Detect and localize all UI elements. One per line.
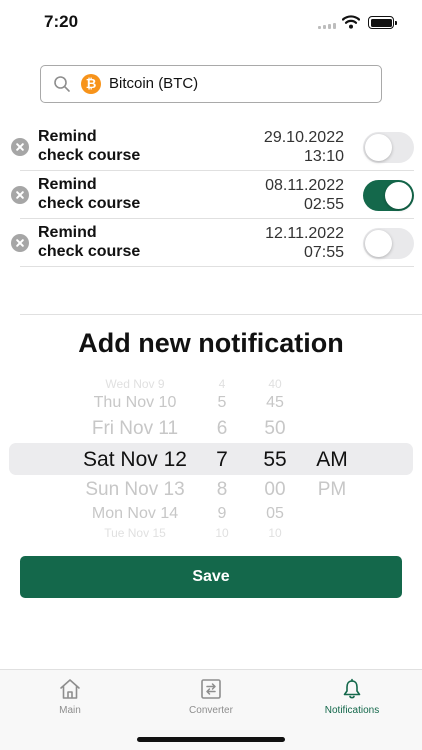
reminder-time: 13:10: [303, 148, 344, 165]
picker-option[interactable]: 8: [200, 480, 244, 499]
reminder-time: 07:55: [303, 244, 344, 261]
picker-option[interactable]: 10: [251, 527, 299, 538]
delete-icon[interactable]: [11, 234, 29, 252]
home-icon: [60, 679, 80, 699]
reminder-time: 02:55: [303, 196, 344, 213]
converter-icon: [201, 679, 221, 699]
reminder-row: Remind check course 12.11.2022 07:55: [0, 219, 422, 267]
picker-period-wheel[interactable]: AM PM: [308, 378, 356, 538]
tab-notifications[interactable]: Notifications: [282, 670, 422, 720]
picker-option[interactable]: 5: [200, 395, 244, 411]
picker-option[interactable]: PM: [308, 480, 356, 499]
picker-option[interactable]: AM: [308, 449, 356, 470]
cellular-signal-icon: [318, 21, 338, 29]
picker-option[interactable]: 05: [251, 506, 299, 522]
section-divider: [20, 314, 422, 315]
picker-option[interactable]: 10: [200, 527, 244, 538]
picker-option[interactable]: 7: [200, 449, 244, 470]
bell-icon: [343, 678, 361, 699]
status-bar: 7:20: [0, 0, 422, 46]
reminder-title: Remind: [38, 128, 97, 145]
reminder-toggle[interactable]: [363, 132, 414, 163]
home-indicator[interactable]: [137, 737, 285, 742]
picker-minute-wheel[interactable]: 40 45 50 55 00 05 10: [251, 378, 299, 538]
reminder-subtitle: check course: [38, 195, 141, 212]
picker-option[interactable]: 9: [200, 506, 244, 522]
tab-main[interactable]: Main: [0, 670, 140, 720]
picker-option[interactable]: 4: [200, 378, 244, 390]
delete-icon[interactable]: [11, 186, 29, 204]
reminder-row: Remind check course 29.10.2022 13:10: [0, 123, 422, 171]
reminder-title: Remind: [38, 176, 97, 193]
reminder-toggle[interactable]: [363, 228, 414, 259]
bitcoin-icon: ₿: [81, 74, 101, 94]
status-time: 7:20: [44, 12, 79, 31]
tab-label: Main: [59, 705, 81, 716]
picker-option[interactable]: 40: [251, 378, 299, 390]
wifi-icon: [342, 15, 360, 29]
picker-option[interactable]: 00: [251, 480, 299, 499]
reminder-title: Remind: [38, 224, 97, 241]
delete-icon[interactable]: [11, 138, 29, 156]
picker-hour-wheel[interactable]: 4 5 6 7 8 9 10: [200, 378, 244, 538]
coin-name: Bitcoin (BTC): [109, 75, 199, 92]
reminder-date: 08.11.2022: [265, 177, 344, 194]
reminder-date: 29.10.2022: [263, 129, 344, 146]
reminder-row: Remind check course 08.11.2022 02:55: [0, 171, 422, 219]
picker-day-wheel[interactable]: Wed Nov 9 Thu Nov 10 Fri Nov 11 Sat Nov 12 S…: [55, 378, 215, 538]
picker-option[interactable]: 50: [251, 419, 299, 438]
tab-label: Converter: [189, 705, 233, 716]
coin-selector[interactable]: ₿ Bitcoin (BTC): [40, 65, 382, 103]
picker-option[interactable]: 45: [251, 395, 299, 411]
picker-option[interactable]: Wed Nov 9: [55, 378, 215, 390]
reminder-subtitle: check course: [38, 243, 141, 260]
reminder-subtitle: check course: [38, 147, 141, 164]
picker-option[interactable]: 55: [251, 449, 299, 470]
search-icon: [54, 76, 70, 92]
tab-converter[interactable]: Converter: [141, 670, 281, 720]
reminder-date: 12.11.2022: [265, 225, 344, 242]
add-notification-title: Add new notification: [78, 328, 344, 358]
picker-option[interactable]: Sun Nov 13: [55, 480, 215, 499]
reminder-list: Remind check course 29.10.2022 13:10 Rem…: [0, 123, 422, 267]
battery-icon: [368, 16, 397, 29]
picker-option[interactable]: Fri Nov 11: [55, 419, 215, 438]
picker-option[interactable]: Mon Nov 14: [55, 506, 215, 522]
date-time-picker[interactable]: Wed Nov 9 Thu Nov 10 Fri Nov 11 Sat Nov 12 S…: [0, 378, 422, 538]
picker-option[interactable]: Tue Nov 15: [55, 527, 215, 538]
picker-option[interactable]: 6: [200, 419, 244, 438]
reminder-toggle[interactable]: [363, 180, 414, 211]
tab-label: Notifications: [324, 705, 380, 716]
picker-option[interactable]: Thu Nov 10: [55, 395, 215, 411]
picker-option[interactable]: Sat Nov 12: [55, 449, 215, 470]
save-button[interactable]: Save: [20, 556, 402, 598]
